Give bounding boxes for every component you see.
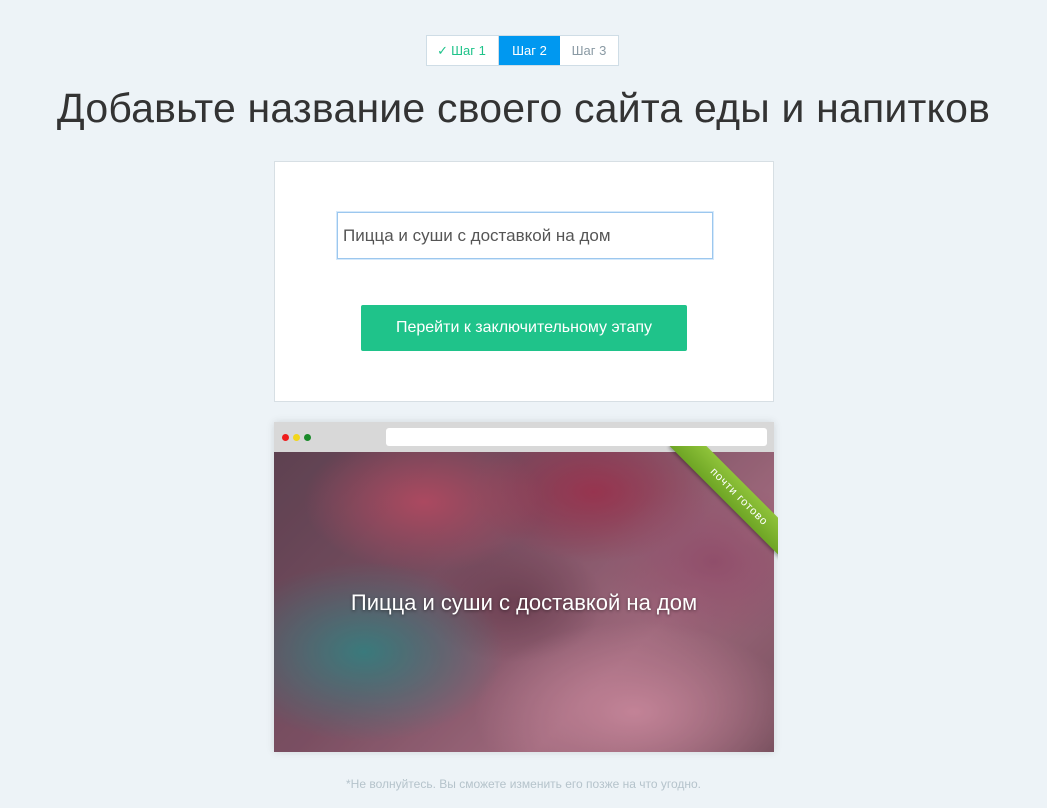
step-3: Шаг 3 xyxy=(560,36,618,65)
preview-site-title: Пицца и суши с доставкой на дом xyxy=(350,590,698,615)
almost-done-ribbon: почти готово xyxy=(669,446,778,567)
step-indicator: ✓ Шаг 1 Шаг 2 Шаг 3 xyxy=(426,35,619,66)
step-2: Шаг 2 xyxy=(499,36,560,65)
close-dot-icon xyxy=(282,434,289,441)
next-step-button[interactable]: Перейти к заключительному этапу xyxy=(361,305,687,351)
minimize-dot-icon xyxy=(293,434,300,441)
site-name-form: Перейти к заключительному этапу xyxy=(274,161,774,402)
step-1[interactable]: ✓ Шаг 1 xyxy=(427,36,499,65)
page-title: Добавьте название своего сайта еды и нап… xyxy=(56,85,991,131)
maximize-dot-icon xyxy=(304,434,311,441)
address-bar xyxy=(386,428,767,446)
step-2-label: Шаг 2 xyxy=(512,43,547,58)
step-3-label: Шаг 3 xyxy=(571,43,607,58)
footnote: *Не волнуйтесь. Вы сможете изменить его … xyxy=(345,777,702,791)
ribbon-container: почти готово xyxy=(636,446,778,592)
checkmark-icon: ✓ xyxy=(437,42,449,58)
site-preview: Пицца и суши с доставкой на дом почти го… xyxy=(274,422,778,752)
step-1-label: Шаг 1 xyxy=(451,43,486,58)
site-name-input[interactable] xyxy=(337,212,713,259)
